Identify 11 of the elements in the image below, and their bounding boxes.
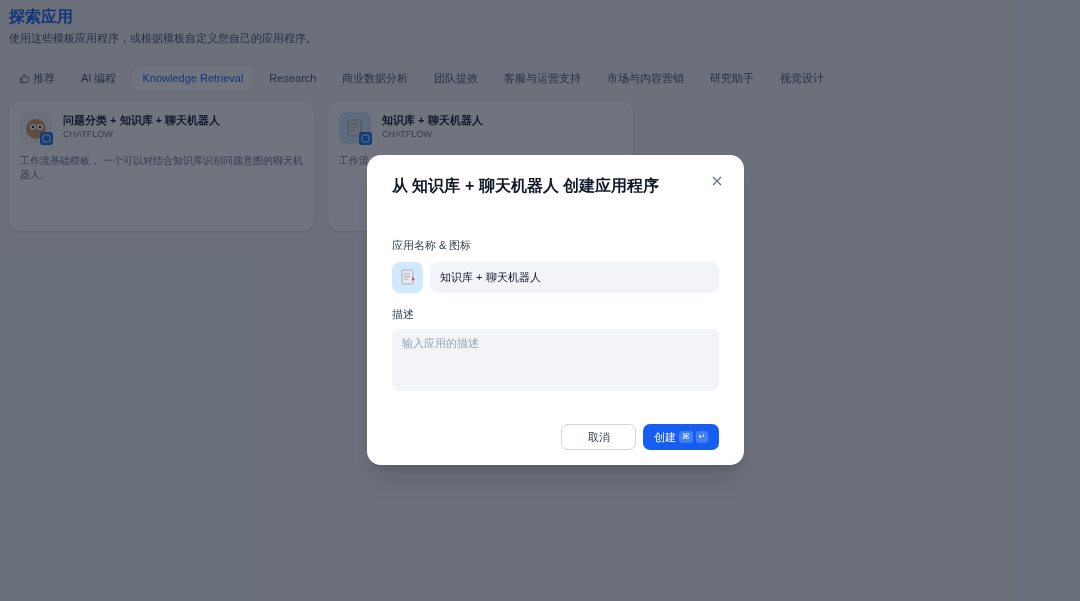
app-type-label: CHATFLOW xyxy=(382,127,433,141)
page-subtitle: 使用这些模板应用程序，或根据模板自定义您自己的应用程序。 xyxy=(9,31,318,46)
field-label: 应用名称 & 图标 xyxy=(392,238,473,253)
field-label: 描述 xyxy=(392,306,415,322)
card-title: 知识库 + 聊天机器人 xyxy=(382,112,483,128)
page-title: 探索应用 xyxy=(9,7,74,27)
shortcut-key: ↵ xyxy=(695,431,709,443)
shortcut-key: ⌘ xyxy=(678,431,693,443)
dialog-title: 从 知识库 + 聊天机器人 创建应用程序 xyxy=(392,176,660,196)
card-title: 问题分类 + 知识库 + 聊天机器人 xyxy=(63,112,221,128)
app-type-label: CHATFLOW xyxy=(63,127,114,141)
